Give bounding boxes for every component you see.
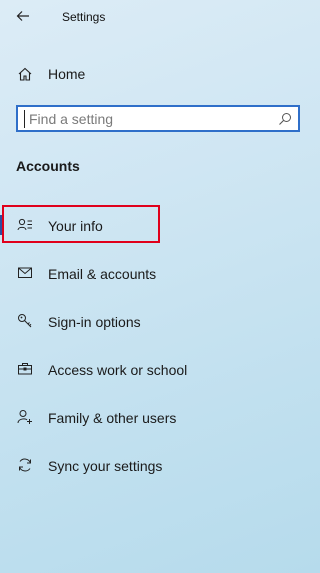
- search-icon[interactable]: [278, 112, 292, 126]
- search-box[interactable]: [16, 105, 300, 132]
- title-bar: Settings: [0, 0, 320, 34]
- nav-item-sign-in-options[interactable]: Sign-in options: [0, 301, 320, 341]
- nav-item-label: Family & other users: [48, 410, 177, 426]
- nav-item-email-accounts[interactable]: Email & accounts: [0, 253, 320, 293]
- home-icon: [18, 67, 32, 81]
- nav-item-label: Your info: [48, 218, 103, 234]
- briefcase-icon: [18, 363, 32, 375]
- back-button[interactable]: [10, 4, 36, 28]
- home-nav-item[interactable]: Home: [0, 60, 320, 88]
- arrow-left-icon: [16, 11, 29, 21]
- nav-item-sync-settings[interactable]: Sync your settings: [0, 445, 320, 485]
- nav-item-your-info[interactable]: Your info: [0, 205, 320, 245]
- key-icon: [18, 314, 32, 328]
- nav-item-access-work-school[interactable]: Access work or school: [0, 349, 320, 389]
- person-add-icon: [17, 410, 32, 424]
- nav-item-label: Email & accounts: [48, 266, 157, 282]
- mail-icon: [18, 267, 32, 278]
- home-label: Home: [48, 66, 86, 82]
- nav-item-label: Access work or school: [48, 362, 188, 378]
- window-title: Settings: [62, 10, 106, 24]
- nav-item-family-other-users[interactable]: Family & other users: [0, 397, 320, 437]
- person-info-icon: [17, 218, 32, 231]
- nav-item-label: Sign-in options: [48, 314, 141, 330]
- search-input[interactable]: [24, 110, 277, 128]
- sync-icon: [19, 458, 31, 472]
- nav-item-label: Sync your settings: [48, 458, 163, 474]
- section-title: Accounts: [16, 158, 80, 174]
